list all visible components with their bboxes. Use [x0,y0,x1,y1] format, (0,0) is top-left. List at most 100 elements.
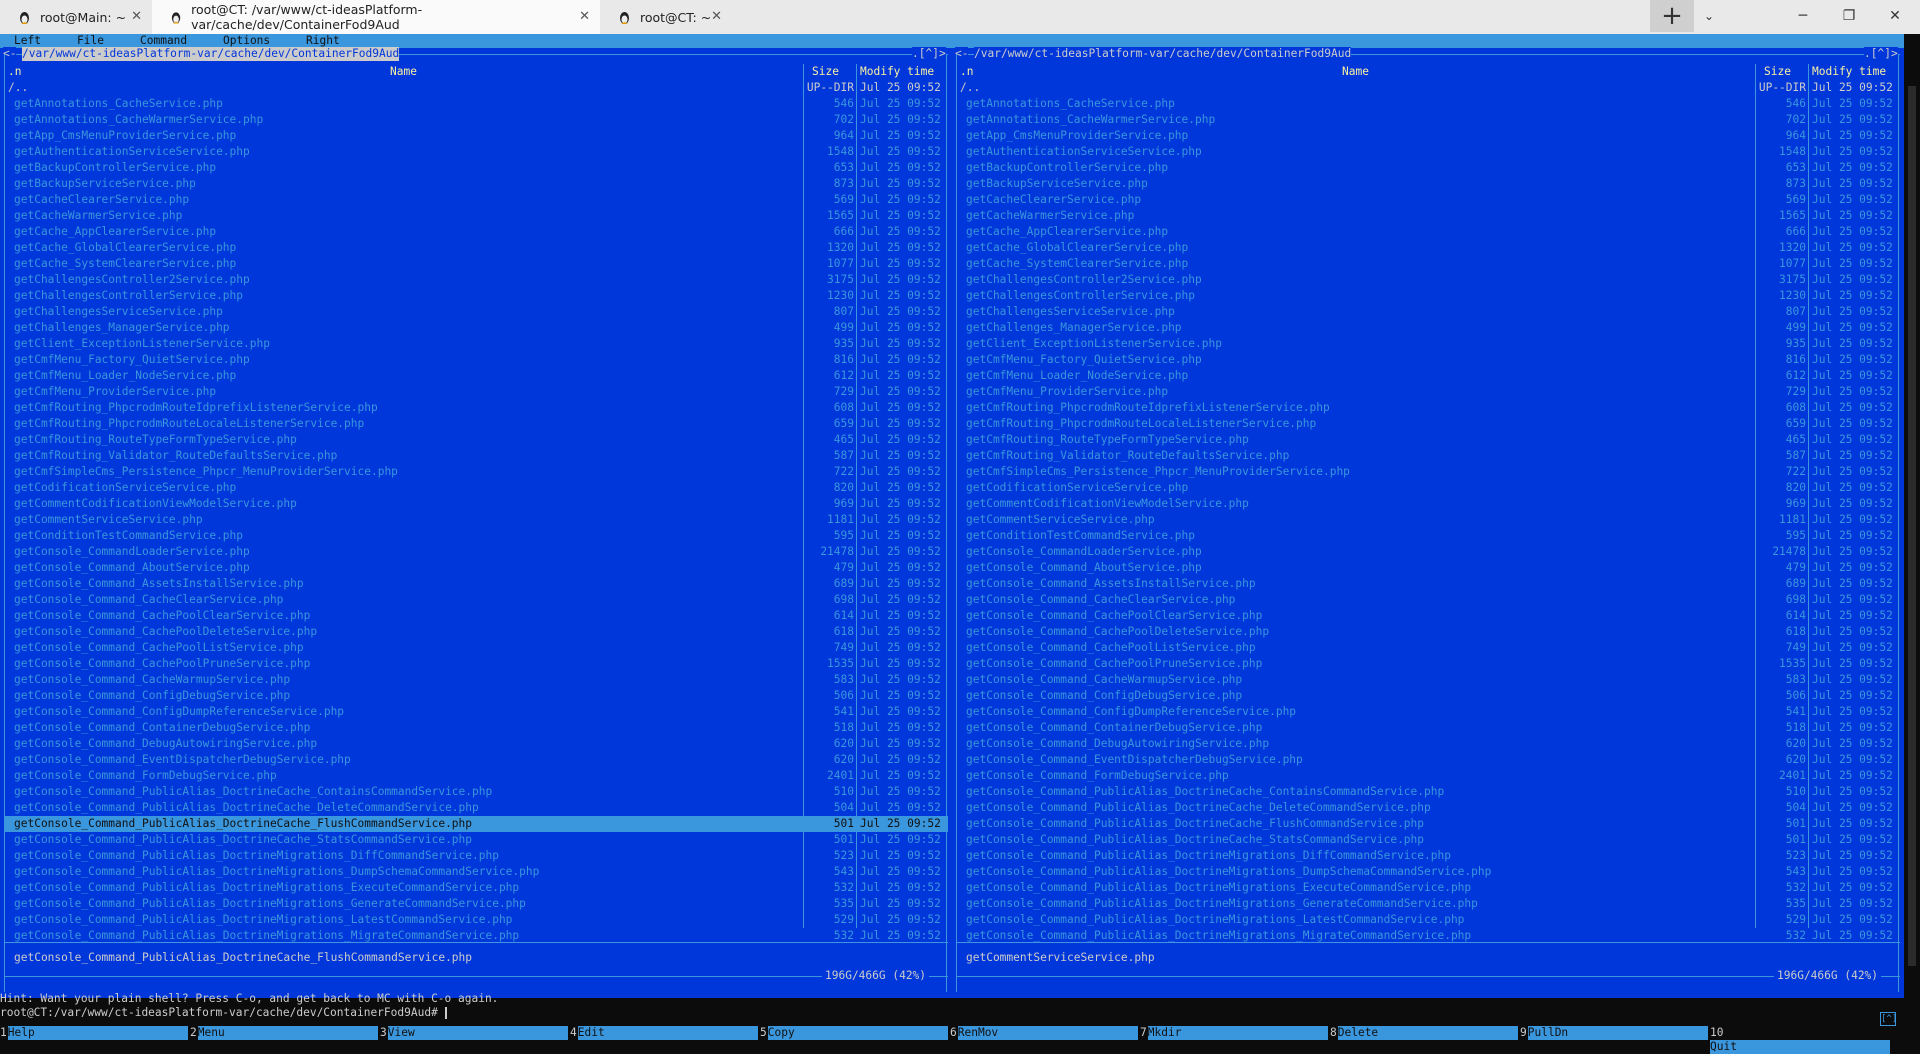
file-row[interactable]: getConsole_Command_PublicAlias_DoctrineM… [4,928,948,944]
file-row[interactable]: getClient_ExceptionListenerService.php 93… [4,336,948,352]
terminal-viewport[interactable]: Left File Command Options Right <- /var/… [0,34,1920,1054]
tab-close-icon[interactable]: ✕ [711,9,722,24]
file-row[interactable]: getCmfMenu_ProviderService.php 729 Jul 25 … [4,384,948,400]
menu-left[interactable]: Left [14,34,41,48]
file-row[interactable]: getConsole_Command_PublicAlias_DoctrineC… [4,832,948,848]
file-row[interactable]: getConsole_Command_PublicAlias_DoctrineM… [956,864,1900,880]
panel-right-marker[interactable]: .[^]> [912,47,946,61]
file-row[interactable]: getChallenges_ManagerService.php 499 Jul 2… [956,320,1900,336]
file-row[interactable]: getAuthenticationServiceService.php 1548 J… [4,144,948,160]
file-row[interactable]: getCmfRouting_Validator_RouteDefaultsSer… [956,448,1900,464]
panel-right-marker[interactable]: .[^]> [1864,47,1898,61]
file-row[interactable]: getConsole_Command_CacheWarmupService.ph… [4,672,948,688]
terminal-scrollbar[interactable] [1904,34,1920,1050]
file-row[interactable]: getCmfRouting_PhpcrodmRouteLocaleListene… [956,416,1900,432]
file-row[interactable]: getChallengesServiceService.php 807 Jul 25… [956,304,1900,320]
menu-options[interactable]: Options [223,34,270,48]
fkey-quit[interactable]: 10Quit [1710,1026,1904,1054]
tab-close-icon[interactable]: ✕ [579,9,590,24]
file-row[interactable]: getConsole_Command_PublicAlias_DoctrineM… [4,880,948,896]
file-row[interactable]: getConsole_Command_PublicAlias_DoctrineM… [956,928,1900,944]
file-row[interactable]: getConsole_Command_CachePoolListService.… [956,640,1900,656]
file-row[interactable]: getCache_AppClearerService.php 666 Jul 25 … [4,224,948,240]
fkey-copy[interactable]: 5Copy [760,1026,948,1040]
file-row[interactable]: getConsole_Command_AboutService.php 479 Ju… [4,560,948,576]
right-panel[interactable]: <- /var/www/ct-ideasPlatform-var/cache/d… [952,47,1904,998]
tab-close-icon[interactable]: ✕ [131,9,142,24]
file-row[interactable]: getConsole_Command_CachePoolListService.… [4,640,948,656]
file-row[interactable]: getCache_GlobalClearerService.php 1320 Jul… [4,240,948,256]
file-row[interactable]: getConsole_Command_PublicAlias_DoctrineM… [956,912,1900,928]
tab-dropdown-chevron-icon[interactable]: ⌄ [1694,0,1724,32]
column-header-name[interactable]: Name [390,64,417,80]
file-row[interactable]: getChallengesControllerService.php 1230 Ju… [956,288,1900,304]
file-row[interactable]: getCmfMenu_Factory_QuietService.php 816 Ju… [4,352,948,368]
minimize-button[interactable]: ─ [1780,0,1826,32]
tab-root-ct-home[interactable]: root@CT: ~ ✕ [600,0,732,34]
left-panel[interactable]: <- /var/www/ct-ideasPlatform-var/cache/d… [0,47,952,998]
fkey-pulldn[interactable]: 9PullDn [1520,1026,1708,1040]
file-row[interactable]: getCommentServiceService.php 1181 Jul 25 0… [956,512,1900,528]
file-row[interactable]: getCmfRouting_RouteTypeFormTypeService.p… [4,432,948,448]
file-row[interactable]: getConsole_Command_DebugAutowiringServic… [4,736,948,752]
file-row[interactable]: getCmfRouting_PhpcrodmRouteIdprefixListe… [956,400,1900,416]
column-header-size[interactable]: Size [812,64,839,80]
close-window-button[interactable]: ✕ [1872,0,1918,32]
file-row[interactable]: getConsole_Command_CacheClearService.php… [4,592,948,608]
file-row[interactable]: getChallengesController2Service.php 3175 J… [956,272,1900,288]
file-row[interactable]: getConsole_Command_PublicAlias_DoctrineC… [4,800,948,816]
file-row[interactable]: getConsole_Command_AssetsInstallService.… [956,576,1900,592]
scrollbar-thumb[interactable] [1908,86,1916,966]
file-row[interactable]: getBackupControllerService.php 653 Jul 25 … [956,160,1900,176]
file-row[interactable]: getCommentCodificationViewModelService.p… [956,496,1900,512]
file-row[interactable]: getConsole_Command_PublicAlias_DoctrineM… [4,864,948,880]
file-row[interactable]: getConsole_Command_PublicAlias_DoctrineM… [956,896,1900,912]
file-row[interactable]: getBackupServiceService.php 873 Jul 25 09:… [4,176,948,192]
file-row[interactable]: getConsole_Command_ContainerDebugService… [956,720,1900,736]
file-row[interactable]: getCmfMenu_Factory_QuietService.php 816 Ju… [956,352,1900,368]
column-header-size[interactable]: Size [1764,64,1791,80]
file-row[interactable]: getChallenges_ManagerService.php 499 Jul 2… [4,320,948,336]
file-row[interactable]: getConsole_Command_EventDispatcherDebugS… [4,752,948,768]
file-row[interactable]: getAuthenticationServiceService.php 1548 J… [956,144,1900,160]
file-row[interactable]: getConsole_Command_FormDebugService.php 2… [956,768,1900,784]
file-row[interactable]: getCodificationServiceService.php 820 Jul … [956,480,1900,496]
file-row[interactable]: getConsole_Command_DebugAutowiringServic… [956,736,1900,752]
file-row[interactable]: getConsole_Command_PublicAlias_DoctrineM… [4,912,948,928]
file-row[interactable]: getConsole_Command_PublicAlias_DoctrineC… [956,832,1900,848]
file-row[interactable]: getBackupServiceService.php 873 Jul 25 09:… [956,176,1900,192]
file-row[interactable]: getConsole_Command_ConfigDebugService.ph… [4,688,948,704]
parent-dir-row[interactable]: /.. UP--DIR Jul 25 09:52 [4,80,948,96]
column-header-mtime[interactable]: Modify time [1812,64,1886,80]
fkey-help[interactable]: 1Help [0,1026,188,1040]
file-row[interactable]: getApp_CmsMenuProviderService.php 964 Jul … [956,128,1900,144]
file-row[interactable]: getConsole_Command_PublicAlias_DoctrineC… [956,816,1900,832]
file-row[interactable]: getConsole_CommandLoaderService.php 21478… [956,544,1900,560]
new-tab-button[interactable]: + [1650,0,1694,32]
file-row[interactable]: getConsole_Command_CachePoolDeleteServic… [4,624,948,640]
file-row[interactable]: getConsole_Command_PublicAlias_DoctrineM… [956,880,1900,896]
sort-indicator[interactable]: .n [8,64,21,80]
file-row[interactable]: getChallengesServiceService.php 807 Jul 25… [4,304,948,320]
fkey-mkdir[interactable]: 7Mkdir [1140,1026,1328,1040]
parent-dir-row[interactable]: /.. UP--DIR Jul 25 09:52 [956,80,1900,96]
fkey-delete[interactable]: 8Delete [1330,1026,1518,1040]
file-row[interactable]: getConsole_Command_CachePoolDeleteServic… [956,624,1900,640]
file-row[interactable]: getConsole_Command_PublicAlias_DoctrineC… [4,784,948,800]
file-row[interactable]: getConsole_Command_AboutService.php 479 Ju… [956,560,1900,576]
menu-file[interactable]: File [77,34,104,48]
file-row[interactable]: getConsole_Command_ConfigDebugService.ph… [956,688,1900,704]
file-row[interactable]: getConsole_Command_EventDispatcherDebugS… [956,752,1900,768]
file-row[interactable]: getConsole_Command_PublicAlias_DoctrineM… [4,896,948,912]
file-row[interactable]: getConsole_Command_AssetsInstallService.… [4,576,948,592]
file-row[interactable]: getCache_SystemClearerService.php 1077 Jul… [956,256,1900,272]
file-row[interactable]: getConsole_Command_FormDebugService.php 2… [4,768,948,784]
file-row[interactable]: getChallengesController2Service.php 3175 J… [4,272,948,288]
file-row[interactable]: getCommentServiceService.php 1181 Jul 25 0… [4,512,948,528]
file-row[interactable]: getAnnotations_CacheService.php 546 Jul 25… [956,96,1900,112]
file-row[interactable]: getChallengesControllerService.php 1230 Ju… [4,288,948,304]
file-row[interactable]: getCmfMenu_Loader_NodeService.php 612 Jul … [4,368,948,384]
tab-root-ct-container[interactable]: root@CT: /var/www/ct-ideasPlatform-var/c… [152,0,600,34]
file-row[interactable]: getConsole_Command_CachePoolPruneService… [4,656,948,672]
fkey-menu[interactable]: 2Menu [190,1026,378,1040]
